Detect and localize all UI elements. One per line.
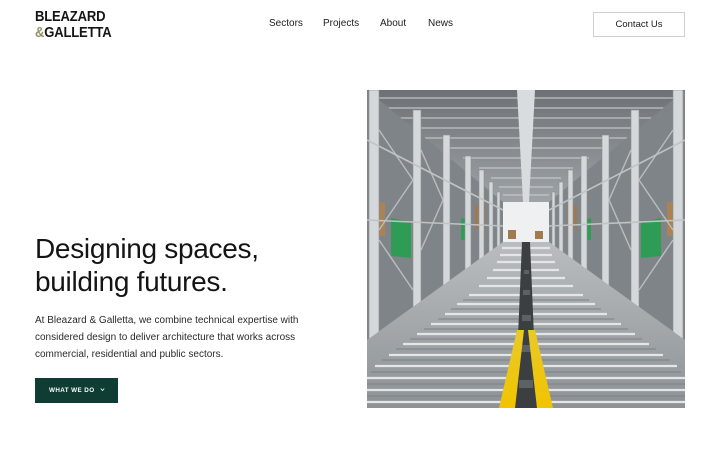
warehouse-aisle-illustration <box>367 90 685 408</box>
hero-title-line-2: building futures. <box>35 266 228 297</box>
hero-image <box>367 90 685 408</box>
logo-line-1: BLEAZARD <box>35 9 106 25</box>
logo-line-2-text: GALLETTA <box>44 24 112 41</box>
nav-item-sectors[interactable]: Sectors <box>269 18 303 29</box>
hero-title: Designing spaces, building futures. <box>35 232 335 298</box>
logo-ampersand: & <box>35 24 45 41</box>
contact-us-button[interactable]: Contact Us <box>593 12 685 37</box>
hero-description: At Bleazard & Galletta, we combine techn… <box>35 315 299 360</box>
chevron-down-icon <box>100 388 105 392</box>
hero-title-line-1: Designing spaces, <box>35 233 259 264</box>
nav-item-about[interactable]: About <box>380 18 406 29</box>
what-we-do-label: WHAT WE DO <box>49 387 95 394</box>
brand-logo[interactable]: BLEAZARD &GALLETTA <box>35 9 112 41</box>
logo-line-2: &GALLETTA <box>35 24 112 41</box>
what-we-do-button[interactable]: WHAT WE DO <box>35 378 118 403</box>
nav-item-news[interactable]: News <box>428 18 453 29</box>
nav-item-projects[interactable]: Projects <box>323 18 359 29</box>
